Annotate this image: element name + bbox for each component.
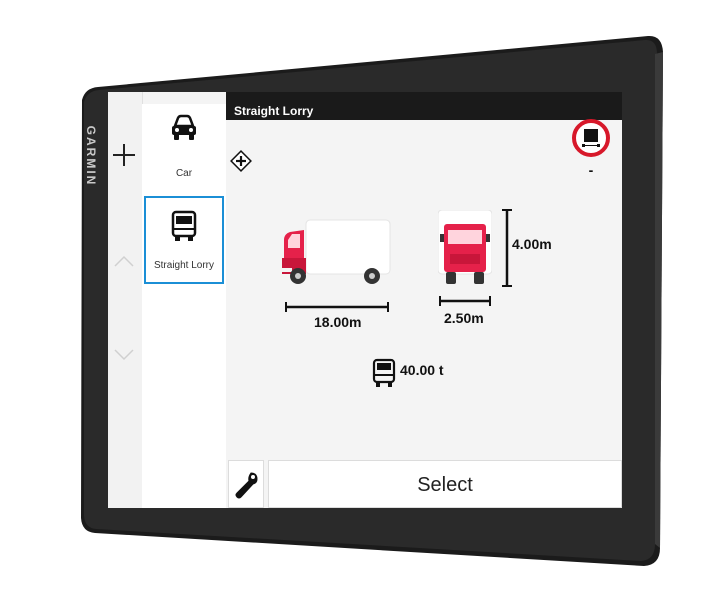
wrench-icon [235,472,258,499]
width-value[interactable]: 2.50m [444,310,484,326]
select-button[interactable]: Select [268,460,622,508]
car-icon [172,114,196,140]
hazmat-plus-icon[interactable] [230,150,252,172]
restriction-sign-icon[interactable] [571,118,611,158]
chevron-up-icon[interactable] [113,254,135,268]
settings-button[interactable] [228,460,264,508]
vehicle-label-car: Car [175,168,193,179]
vehicle-label-straight-lorry: Straight Lorry [153,260,215,271]
truck-side-illustration [282,219,391,284]
brand-logo: GARMIN [84,125,98,187]
screen: Car Straight Lorry Straight Lorry - 18.0… [108,92,622,508]
length-dimension-line [285,302,389,312]
lorry-icon [171,210,197,241]
height-dimension-line [502,209,512,287]
vehicle-item-straight-lorry[interactable]: Straight Lorry [144,196,224,284]
restriction-sign-label: - [588,162,594,178]
page-title: Straight Lorry [226,92,622,120]
truck-front-illustration [438,210,492,284]
height-value[interactable]: 4.00m [512,236,552,252]
vehicle-list: Car Straight Lorry [142,104,226,508]
width-dimension-line [439,296,491,306]
length-value[interactable]: 18.00m [314,314,361,330]
weight-lorry-icon [372,358,396,387]
vehicle-item-car[interactable]: Car [144,104,224,192]
plus-icon[interactable] [111,142,137,168]
chevron-down-icon[interactable] [113,348,135,362]
sidebar-controls [108,92,143,508]
weight-value[interactable]: 40.00 t [400,362,444,378]
